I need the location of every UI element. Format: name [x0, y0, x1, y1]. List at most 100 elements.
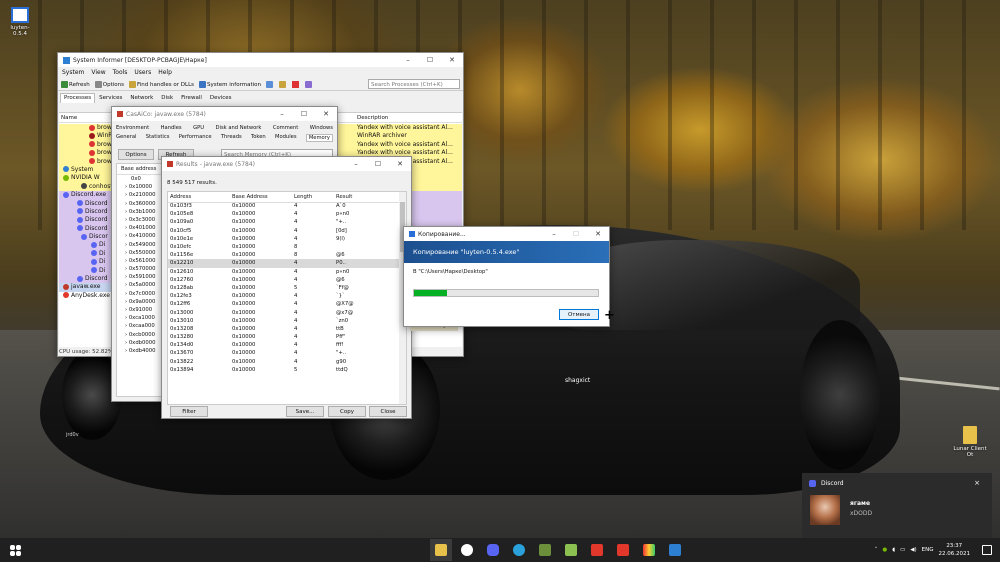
results-maximize-button[interactable]: ☐: [367, 157, 389, 171]
network-icon[interactable]: ▭: [900, 547, 905, 553]
taskbar-discord[interactable]: [482, 539, 504, 561]
tab-environment[interactable]: Environment: [116, 125, 149, 131]
table-row[interactable]: 0x1156e 0x10000 8 @6: [168, 251, 400, 259]
taskbar-anydesk-2[interactable]: [612, 539, 634, 561]
tab-token[interactable]: Token: [251, 134, 266, 142]
process-search-input[interactable]: Search Processes (Ctrl+K): [368, 79, 460, 89]
notifications-icon[interactable]: [982, 545, 992, 555]
options-button[interactable]: Options: [118, 149, 154, 160]
lunar-client-desktop-icon[interactable]: Lunar Client Ot: [950, 426, 990, 458]
discord-notification[interactable]: Discord × ягаме xDODD: [802, 473, 992, 538]
table-row[interactable]: 0x103f3 0x10000 4 A`0: [168, 202, 400, 210]
table-row[interactable]: 0x12760 0x10000 4 @6: [168, 276, 400, 284]
cancel-button[interactable]: Отмена: [559, 309, 599, 320]
copy-close-button[interactable]: ✕: [587, 227, 609, 241]
tab-gpu[interactable]: GPU: [193, 125, 204, 131]
table-row[interactable]: 0x13670 0x10000 4 "+..: [168, 349, 400, 357]
tab-disk-network[interactable]: Disk and Network: [216, 125, 262, 131]
table-row[interactable]: 0x13280 0x10000 4 Pff": [168, 333, 400, 341]
taskbar-system-informer[interactable]: [664, 539, 686, 561]
options-button[interactable]: Options: [94, 80, 124, 88]
shield-icon[interactable]: [305, 80, 313, 88]
system-information-button[interactable]: System information: [199, 80, 261, 88]
taskbar-app[interactable]: [638, 539, 660, 561]
luyten-desktop-icon[interactable]: luyten-0.5.4: [4, 7, 36, 37]
nvidia-icon[interactable]: ●: [882, 547, 887, 553]
table-row[interactable]: 0x13010 0x10000 4 `zn0: [168, 317, 400, 325]
language-indicator[interactable]: ENG: [922, 547, 934, 553]
table-row[interactable]: 0x109a0 0x10000 4 "+..: [168, 218, 400, 226]
taskbar-explorer[interactable]: [430, 539, 452, 561]
table-row[interactable]: 0x13000 0x10000 4 @x7@: [168, 308, 400, 316]
window-icon[interactable]: [266, 80, 274, 88]
start-button[interactable]: [4, 539, 26, 561]
close-button[interactable]: ✕: [441, 53, 463, 67]
table-row[interactable]: 0x10efc 0x10000 8: [168, 243, 400, 251]
delete-icon[interactable]: [292, 80, 300, 88]
menu-help[interactable]: Help: [158, 69, 172, 76]
tab-processes[interactable]: Processes: [60, 93, 96, 103]
table-row[interactable]: 0x12610 0x10000 4 p«n0: [168, 268, 400, 276]
results-close-button[interactable]: ✕: [389, 157, 411, 171]
tab-devices[interactable]: Devices: [206, 93, 236, 103]
menu-system[interactable]: System: [62, 69, 84, 76]
properties-close-button[interactable]: ✕: [315, 107, 337, 121]
menu-tools[interactable]: Tools: [113, 69, 128, 76]
table-row[interactable]: 0x105e8 0x10000 4 p«n0: [168, 210, 400, 218]
properties-maximize-button[interactable]: ☐: [293, 107, 315, 121]
chevron-up-icon[interactable]: ˄: [875, 547, 878, 553]
tab-disk[interactable]: Disk: [157, 93, 177, 103]
clock[interactable]: 23:37 22.06.2021: [939, 542, 971, 558]
table-row[interactable]: 0x134d0 0x10000 4 fff!: [168, 341, 400, 349]
table-row[interactable]: 0x12ff6 0x10000 4 @X7@: [168, 300, 400, 308]
tab-threads[interactable]: Threads: [221, 134, 242, 142]
col-result[interactable]: Result: [334, 192, 400, 202]
volume-icon[interactable]: ◀): [910, 547, 916, 553]
tab-windows[interactable]: Windows: [310, 125, 333, 131]
taskbar-anydesk[interactable]: [586, 539, 608, 561]
taskbar-telegram[interactable]: [508, 539, 530, 561]
col-base-address[interactable]: Base Address: [230, 192, 292, 202]
table-row[interactable]: 0x13822 0x10000 4 g90: [168, 358, 400, 366]
minimize-button[interactable]: –: [397, 53, 419, 67]
table-row[interactable]: 0x13208 0x10000 4 ttB: [168, 325, 400, 333]
table-row[interactable]: 0x12210 0x10000 4 P0..: [168, 259, 400, 268]
folder-icon[interactable]: [279, 80, 287, 88]
table-row[interactable]: 0x128ab 0x10000 5 `Ff@: [168, 284, 400, 292]
refresh-button[interactable]: Refresh: [61, 80, 90, 88]
tab-memory[interactable]: Memory: [305, 134, 333, 142]
column-header-description[interactable]: Description: [357, 113, 388, 123]
copy-button[interactable]: Copy: [328, 406, 366, 417]
col-length[interactable]: Length: [292, 192, 334, 202]
col-address[interactable]: Address: [168, 192, 230, 202]
properties-minimize-button[interactable]: –: [271, 107, 293, 121]
table-row[interactable]: 0x12fe3 0x10000 4 `}`: [168, 292, 400, 300]
tab-services[interactable]: Services: [95, 93, 126, 103]
find-handles-button[interactable]: Find handles or DLLs: [129, 80, 194, 88]
table-row[interactable]: 0x10e1e 0x10000 4 9(l): [168, 235, 400, 243]
copy-minimize-button[interactable]: –: [543, 227, 565, 241]
menu-users[interactable]: Users: [134, 69, 151, 76]
table-row[interactable]: 0x10cf5 0x10000 4 [0d]: [168, 227, 400, 235]
filter-button[interactable]: Filter: [170, 406, 208, 417]
tab-firewall[interactable]: Firewall: [177, 93, 206, 103]
taskbar-minecraft[interactable]: [534, 539, 556, 561]
defender-icon[interactable]: ◖: [892, 547, 895, 553]
notification-close-button[interactable]: ×: [974, 479, 980, 487]
results-minimize-button[interactable]: –: [345, 157, 367, 171]
taskbar-yandex[interactable]: [456, 539, 478, 561]
maximize-button[interactable]: ☐: [419, 53, 441, 67]
taskbar-minecraft-2[interactable]: [560, 539, 582, 561]
tab-general[interactable]: General: [116, 134, 136, 142]
tab-handles[interactable]: Handles: [161, 125, 182, 131]
save-button[interactable]: Save...: [286, 406, 324, 417]
table-row[interactable]: 0x13894 0x10000 5 ttdQ: [168, 366, 400, 374]
tab-network[interactable]: Network: [126, 93, 157, 103]
tab-comment[interactable]: Comment: [273, 125, 298, 131]
menu-view[interactable]: View: [91, 69, 105, 76]
tab-modules[interactable]: Modules: [275, 134, 297, 142]
close-button[interactable]: Close: [369, 406, 407, 417]
tab-statistics[interactable]: Statistics: [146, 134, 170, 142]
copy-maximize-button[interactable]: ☐: [565, 227, 587, 241]
tab-performance[interactable]: Performance: [179, 134, 212, 142]
